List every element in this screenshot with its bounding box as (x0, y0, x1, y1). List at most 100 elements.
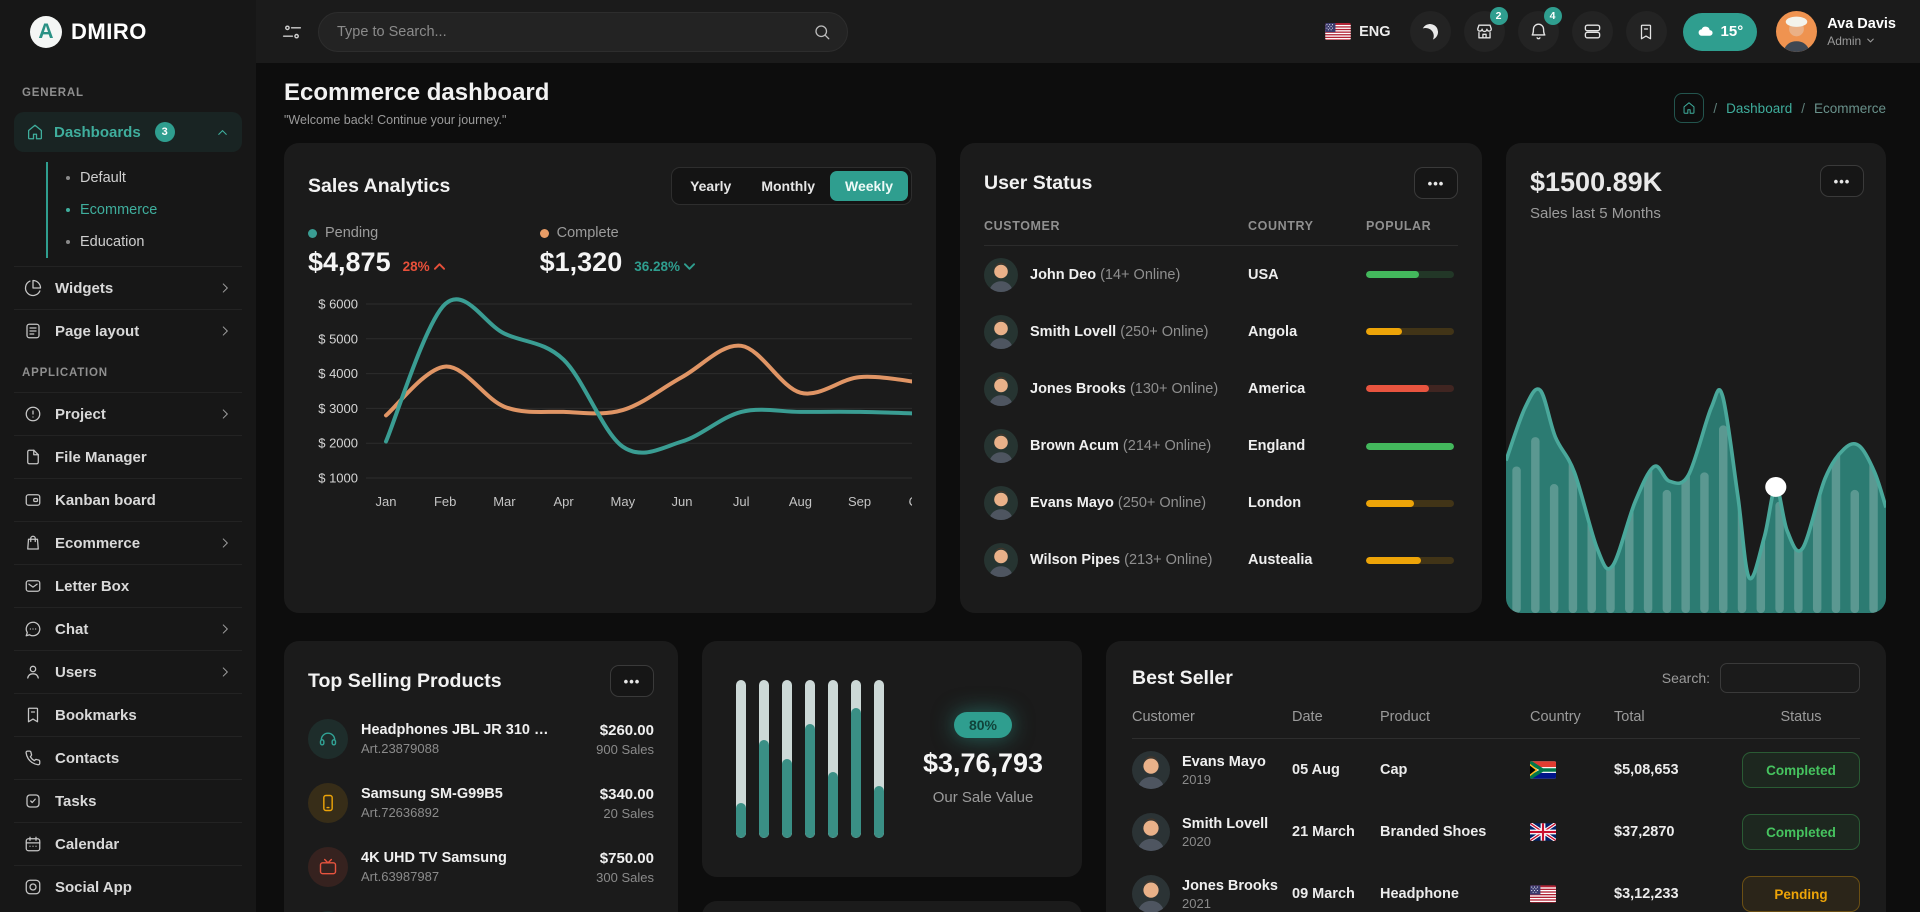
breadcrumb-dashboard[interactable]: Dashboard (1726, 101, 1792, 116)
tv-icon (308, 847, 348, 887)
sales-5-months-chart (1506, 305, 1886, 613)
language-selector[interactable]: ENG (1325, 23, 1390, 40)
more-options-button[interactable]: ••• (610, 665, 654, 697)
avatar (984, 372, 1018, 406)
sales-summary-caption: Sales last 5 Months (1530, 205, 1862, 222)
sidebar-toggle-icon[interactable] (282, 22, 302, 42)
sidebar-subitem-ecommerce[interactable]: Ecommerce (48, 194, 256, 226)
mail-icon (24, 577, 42, 595)
product-list-item[interactable]: Headphones JBL JR 310 BTArt.23879088 $26… (308, 707, 654, 771)
sidebar-section-application: APPLICATION (0, 367, 256, 379)
card-title: User Status (984, 172, 1092, 195)
logo-icon: A (30, 16, 62, 48)
sidebar: GENERAL Dashboards 3 Default Ecommerce E… (0, 63, 256, 912)
wallet-icon (24, 491, 42, 509)
svg-text:Jul: Jul (733, 494, 750, 509)
sidebar-item-chat[interactable]: Chat (14, 607, 242, 650)
header: A DMIRO ENG 2 4 (0, 0, 1920, 63)
table-search-input[interactable] (1720, 663, 1860, 693)
status-badge: Completed (1742, 752, 1860, 788)
popularity-bar (1366, 385, 1454, 392)
sidebar-item-kanban-board[interactable]: Kanban board (14, 478, 242, 521)
header-toolbar: ENG 2 4 15° (256, 0, 1920, 63)
dark-mode-button[interactable] (1410, 11, 1451, 52)
chevron-up-icon (215, 125, 230, 140)
more-options-button[interactable]: ••• (1820, 165, 1864, 197)
sidebar-item-page-layout[interactable]: Page layout (14, 309, 242, 352)
svg-text:$ 6000: $ 6000 (318, 297, 358, 312)
svg-text:$ 2000: $ 2000 (318, 436, 358, 451)
tab-monthly[interactable]: Monthly (746, 171, 830, 201)
user-status-row[interactable]: John Deo (14+ Online)USA (984, 258, 1458, 292)
camera-icon (24, 878, 42, 896)
chevron-right-icon (218, 281, 232, 295)
stacked-bar (851, 680, 861, 838)
sidebar-item-project[interactable]: Project (14, 392, 242, 435)
avatar (984, 429, 1018, 463)
usa-flag-icon (1530, 885, 1556, 903)
svg-text:Oct: Oct (909, 494, 912, 509)
usa-flag-icon (1325, 23, 1351, 40)
sale-value-bar-chart (736, 680, 884, 838)
avatar (1132, 875, 1170, 912)
tab-weekly[interactable]: Weekly (830, 171, 908, 201)
sale-value-caption: Our Sale Value (933, 789, 1034, 806)
store-button[interactable]: 2 (1464, 11, 1505, 52)
product-list-item[interactable]: 16.5" Gaming Laptop 29...Art.73497990 $2… (308, 899, 654, 912)
chevron-right-icon (218, 324, 232, 338)
sidebar-item-users[interactable]: Users (14, 650, 242, 693)
user-status-row[interactable]: Jones Brooks (130+ Online)America (984, 372, 1458, 406)
stacked-bar (828, 680, 838, 838)
table-row[interactable]: Smith Lovell2020 21 March Branded Shoes … (1132, 801, 1860, 863)
bookmark-icon (1637, 23, 1655, 41)
user-status-row[interactable]: Wilson Pipes (213+ Online)Austealia (984, 543, 1458, 577)
rows-icon (1583, 22, 1602, 41)
layout-rows-button[interactable] (1572, 11, 1613, 52)
popularity-bar (1366, 271, 1454, 278)
notifications-button[interactable]: 4 (1518, 11, 1559, 52)
headphones-icon (308, 719, 348, 759)
tab-yearly[interactable]: Yearly (675, 171, 746, 201)
table-row[interactable]: Evans Mayo2019 05 Aug Cap $5,08,653 Comp… (1132, 739, 1860, 801)
more-options-button[interactable]: ••• (1414, 167, 1458, 199)
weather-widget[interactable]: 15° (1683, 13, 1758, 51)
user-status-row[interactable]: Smith Lovell (250+ Online)Angola (984, 315, 1458, 349)
page-subtitle: "Welcome back! Continue your journey." (284, 113, 549, 127)
sidebar-item-contacts[interactable]: Contacts (14, 736, 242, 779)
sidebar-item-bookmarks[interactable]: Bookmarks (14, 693, 242, 736)
logo[interactable]: A DMIRO (0, 0, 256, 63)
sidebar-item-dashboards[interactable]: Dashboards 3 (14, 112, 242, 152)
search-label: Search: (1662, 670, 1710, 686)
cloud-icon (1697, 23, 1714, 40)
user-profile[interactable]: Ava Davis Admin (1776, 11, 1896, 52)
middle-column: 80% $3,76,793 Our Sale Value (702, 641, 1082, 912)
product-list-item[interactable]: 4K UHD TV SamsungArt.63987987 $750.00300… (308, 835, 654, 899)
search-input[interactable] (337, 24, 813, 40)
sidebar-item-calendar[interactable]: Calendar (14, 822, 242, 865)
stacked-bar (736, 680, 746, 838)
south-africa-flag-icon (1530, 761, 1556, 779)
breadcrumb: / Dashboard / Ecommerce (1674, 89, 1886, 127)
sidebar-subitem-default[interactable]: Default (48, 162, 256, 194)
table-search: Search: (1662, 663, 1860, 693)
sidebar-item-social-app[interactable]: Social App (14, 865, 242, 908)
sidebar-item-tasks[interactable]: Tasks (14, 779, 242, 822)
product-list-item[interactable]: Samsung SM-G99B5Art.72636892 $340.0020 S… (308, 771, 654, 835)
sidebar-item-file-manager[interactable]: File Manager (14, 435, 242, 478)
user-status-row[interactable]: Brown Acum (214+ Online)England (984, 429, 1458, 463)
temperature-label: 15° (1721, 23, 1744, 40)
notification-count-badge: 4 (1544, 7, 1562, 25)
sidebar-subitem-education[interactable]: Education (48, 226, 256, 258)
user-status-row[interactable]: Evans Mayo (250+ Online)London (984, 486, 1458, 520)
sidebar-item-widgets[interactable]: Widgets (14, 266, 242, 309)
breadcrumb-home-button[interactable] (1674, 93, 1704, 123)
svg-text:$ 1000: $ 1000 (318, 471, 358, 486)
sidebar-item-ecommerce[interactable]: Ecommerce (14, 521, 242, 564)
avatar (1776, 11, 1817, 52)
card-title: Sales Analytics (308, 175, 450, 198)
bookmark-button[interactable] (1626, 11, 1667, 52)
search-icon[interactable] (813, 23, 831, 41)
table-row[interactable]: Jones Brooks2021 09 March Headphone $3,1… (1132, 863, 1860, 912)
bullet-icon (66, 176, 70, 180)
sidebar-item-letter-box[interactable]: Letter Box (14, 564, 242, 607)
